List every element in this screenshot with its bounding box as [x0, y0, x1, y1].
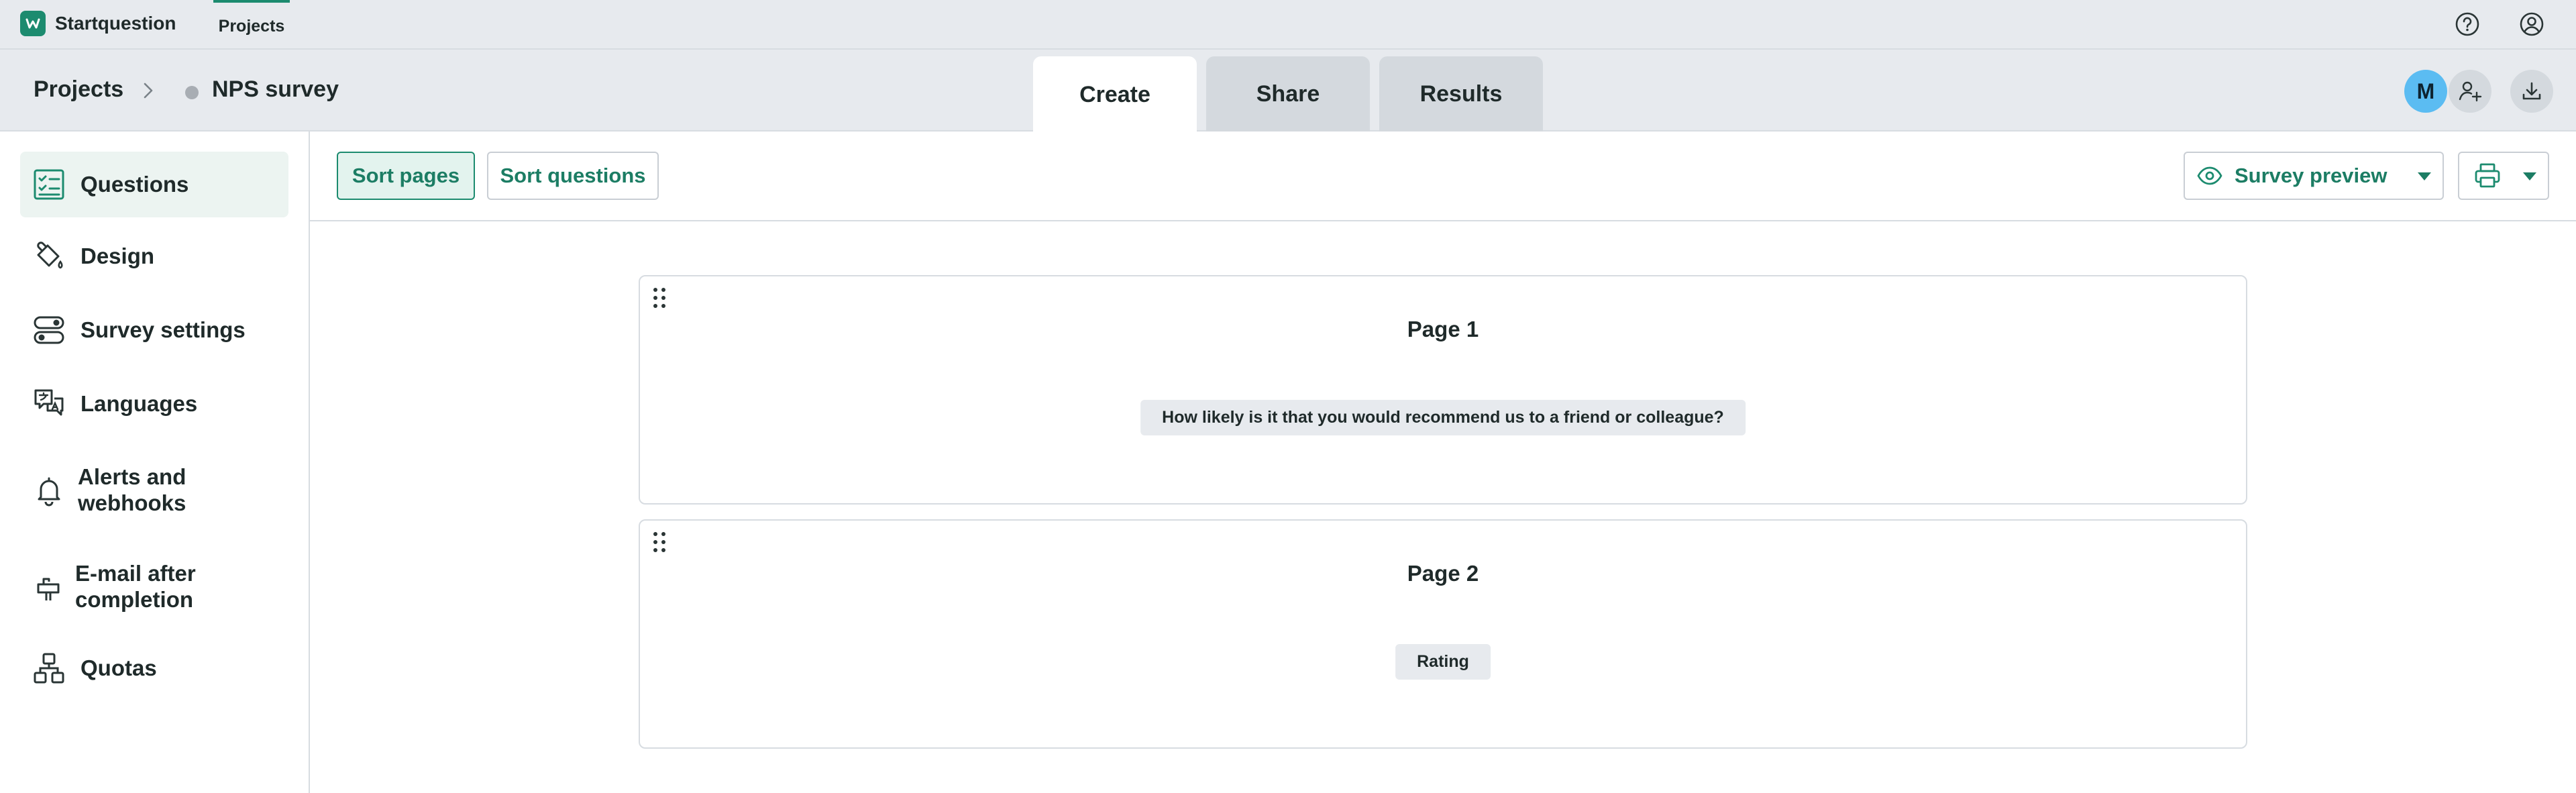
tab-share[interactable]: Share	[1206, 56, 1370, 131]
drag-handle-icon[interactable]	[649, 529, 669, 556]
project-header: Projects NPS survey Create Share Results…	[0, 50, 2576, 133]
top-nav-projects[interactable]: Projects	[213, 0, 290, 50]
sidebar-item-design[interactable]: Design	[20, 229, 288, 283]
printer-icon	[2474, 163, 2501, 189]
breadcrumb-projects[interactable]: Projects	[34, 76, 123, 103]
drag-handle-icon[interactable]	[649, 284, 669, 311]
survey-status-dot	[185, 86, 199, 99]
tab-results[interactable]: Results	[1379, 56, 1543, 131]
caret-down-icon[interactable]	[2522, 171, 2537, 182]
breadcrumb-current: NPS survey	[212, 76, 339, 102]
brand[interactable]: Startquestion	[20, 10, 176, 37]
sidebar-item-email-after-completion[interactable]: E-mail after completion	[20, 557, 288, 617]
caret-down-icon[interactable]	[2417, 171, 2432, 182]
page-card[interactable]: Page 2 Rating	[639, 519, 2247, 749]
sort-pages-button[interactable]: Sort pages	[337, 152, 475, 200]
sidebar-item-label: Questions	[80, 171, 189, 197]
download-icon	[2522, 82, 2541, 100]
brand-name: Startquestion	[55, 13, 176, 34]
sidebar-item-survey-settings[interactable]: Survey settings	[20, 303, 288, 357]
sidebar-item-label: Survey settings	[80, 317, 246, 342]
sidebar-item-label: Alerts and webhooks	[78, 464, 186, 515]
editor-toolbar: Sort pages Sort questions Survey preview	[310, 131, 2576, 221]
account-icon[interactable]	[2516, 8, 2548, 40]
print-button[interactable]	[2458, 152, 2549, 200]
paint-bucket-icon	[32, 240, 66, 273]
add-user-icon	[2459, 81, 2482, 102]
eye-icon	[2197, 166, 2224, 186]
hierarchy-icon	[32, 651, 66, 685]
survey-preview-button[interactable]: Survey preview	[2184, 152, 2444, 200]
page-title: Page 1	[1407, 317, 1479, 341]
tab-create[interactable]: Create	[1033, 56, 1197, 133]
toggles-icon	[32, 313, 66, 347]
invite-user-button[interactable]	[2449, 70, 2491, 113]
startquestion-logo-icon	[20, 11, 46, 36]
top-bar: Startquestion Projects	[0, 0, 2576, 50]
sidebar-item-alerts-webhooks[interactable]: Alerts and webhooks	[20, 460, 288, 521]
sidebar-item-label: E-mail after completion	[75, 561, 196, 612]
sidebar-item-quotas[interactable]: Quotas	[20, 641, 288, 695]
download-button[interactable]	[2510, 70, 2553, 113]
avatar[interactable]: M	[2404, 70, 2447, 113]
bell-icon	[32, 474, 66, 507]
checklist-icon	[32, 168, 66, 201]
sidebar-item-label: Design	[80, 243, 155, 268]
mailbox-icon	[32, 570, 66, 604]
survey-preview-label: Survey preview	[2235, 164, 2387, 187]
sort-questions-button[interactable]: Sort questions	[487, 152, 659, 200]
page-title: Page 2	[1407, 561, 1479, 586]
chevron-right-icon	[144, 83, 153, 99]
sidebar-item-label: Languages	[80, 390, 198, 416]
sidebar-item-questions[interactable]: Questions	[20, 152, 288, 217]
sidebar: Questions Design Survey settings Languag…	[0, 131, 310, 793]
translate-icon	[32, 387, 66, 421]
sidebar-item-label: Quotas	[80, 655, 157, 680]
help-icon[interactable]	[2451, 8, 2483, 40]
question-chip[interactable]: Rating	[1395, 644, 1491, 680]
page-card[interactable]: Page 1 How likely is it that you would r…	[639, 275, 2247, 505]
sidebar-item-languages[interactable]: Languages	[20, 377, 288, 431]
question-chip[interactable]: How likely is it that you would recommen…	[1140, 400, 1746, 435]
